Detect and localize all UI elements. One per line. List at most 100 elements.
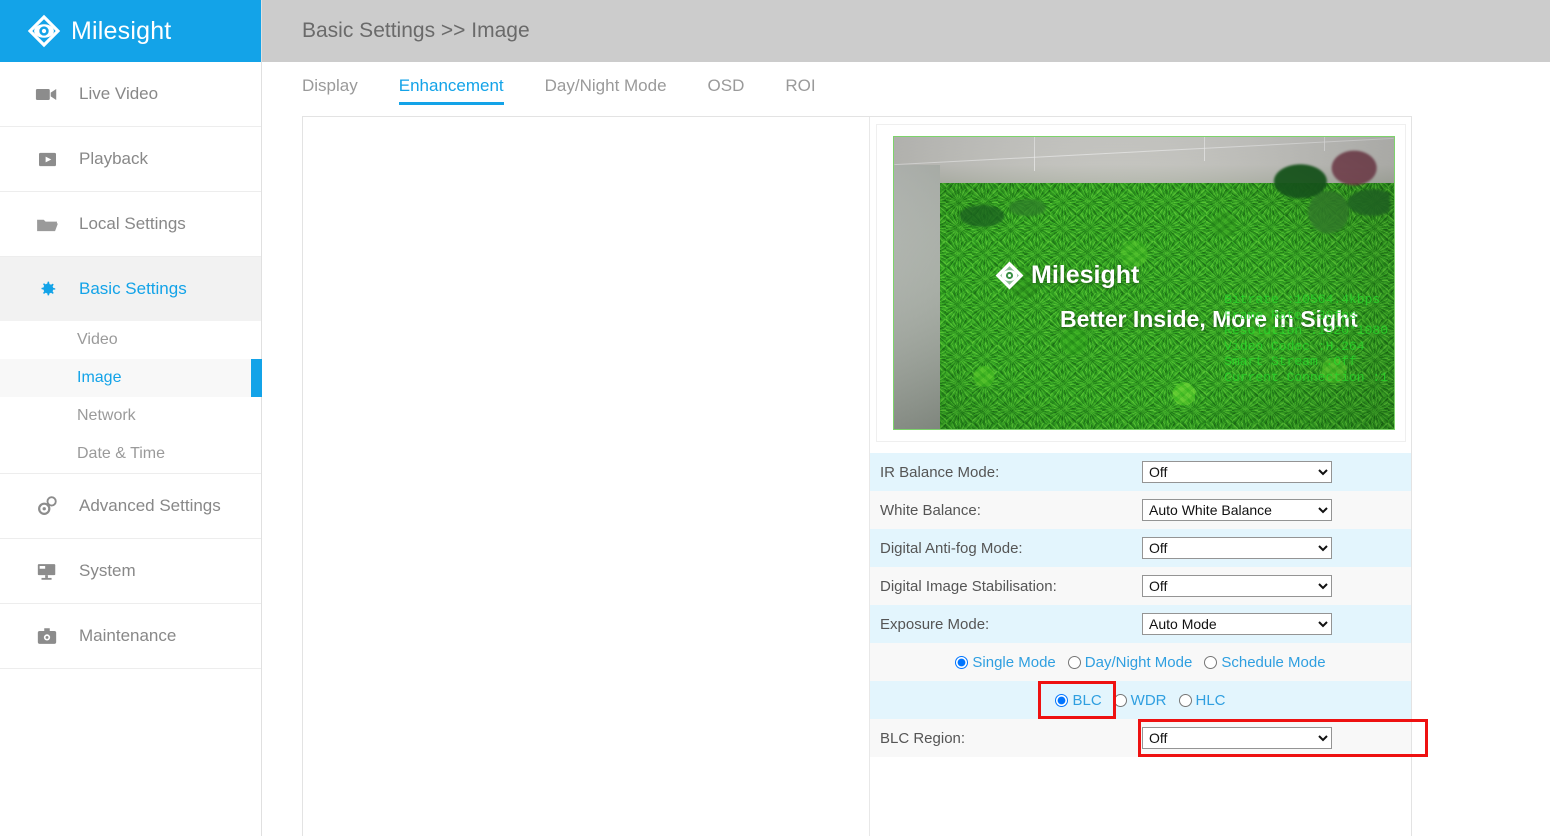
tab-enhancement[interactable]: Enhancement (398, 76, 504, 105)
setting-row-white-balance: White Balance: Auto White Balance (870, 491, 1411, 529)
setting-row-ir-balance-mode: IR Balance Mode: Off (870, 453, 1411, 491)
video-camera-icon (34, 82, 60, 106)
radio-day-night-mode[interactable]: Day/Night Mode (1067, 653, 1193, 671)
folder-icon (34, 212, 60, 236)
sidebar-item-label: Playback (79, 149, 148, 168)
setting-label: Exposure Mode: (880, 615, 990, 633)
tab-roi[interactable]: ROI (785, 76, 815, 102)
nav-group-maintenance: Maintenance (0, 604, 261, 669)
radio-wdr[interactable]: WDR (1113, 691, 1167, 709)
osd-line: Bitrate :10564.4kbps (1224, 292, 1381, 307)
tab-osd[interactable]: OSD (708, 76, 745, 102)
nav-group-playback: Playback (0, 127, 261, 192)
page-header: Basic Settings >> Image (262, 0, 1550, 62)
sidebar-subitem-video[interactable]: Video (0, 321, 261, 359)
monitor-icon (34, 559, 60, 583)
radio-hlc-input[interactable] (1178, 693, 1192, 707)
radio-single-mode-input[interactable] (955, 655, 969, 669)
sidebar-item-label: System (79, 561, 136, 580)
enhancement-settings-table: IR Balance Mode: Off White Balance: Auto… (870, 453, 1428, 757)
tab-label: Day/Night Mode (544, 76, 667, 95)
brand-logo-bar: Milesight (0, 0, 261, 62)
camera-web-ui: Milesight Live Video Playback Local Sett… (0, 0, 1550, 836)
setting-row-digital-anti-fog-mode: Digital Anti-fog Mode: Off (870, 529, 1411, 567)
digital-image-stabilisation-select[interactable]: Off (1142, 575, 1332, 597)
radio-blc[interactable]: BLC (1055, 691, 1102, 709)
osd-line: Frame Rate :30fps (1224, 307, 1357, 323)
osd-line: Smart Stream :Off (1224, 354, 1357, 370)
radio-wdr-input[interactable] (1113, 693, 1127, 707)
nav-group-live-video: Live Video (0, 62, 261, 127)
sidebar-subitem-label: Image (77, 369, 122, 386)
radio-label: WDR (1130, 691, 1167, 709)
brand-name: Milesight (71, 16, 172, 45)
nav-group-system: System (0, 539, 261, 604)
tab-bar: Display Enhancement Day/Night Mode OSD R… (262, 62, 1550, 116)
radio-label: Schedule Mode (1221, 653, 1326, 671)
radio-label: BLC (1072, 691, 1102, 709)
ir-balance-mode-select[interactable]: Off (1142, 461, 1332, 483)
exposure-mode-radio-group: Single Mode Day/Night Mode Schedule Mode (870, 643, 1411, 681)
tab-label: OSD (707, 76, 745, 95)
nav-group-basic-settings: Basic Settings Video Image Network Date … (0, 257, 262, 474)
preview-watermark-text: Milesight (1031, 261, 1140, 289)
radio-schedule-mode-input[interactable] (1204, 655, 1218, 669)
radio-schedule-mode[interactable]: Schedule Mode (1204, 653, 1326, 671)
sidebar-item-live-video[interactable]: Live Video (0, 62, 261, 126)
enhancement-type-radio-group: BLC WDR HLC (870, 681, 1411, 719)
content-panel: Milesight Better Inside, More in Sight B… (302, 116, 1428, 836)
radio-blc-input[interactable] (1055, 693, 1069, 707)
osd-line: Video Codec :H.264 (1224, 338, 1365, 354)
sidebar-subitem-label: Video (77, 331, 118, 348)
milesight-diamond-eye-logo-icon (995, 261, 1024, 290)
breadcrumb: Basic Settings >> Image (302, 19, 530, 42)
sidebar-item-label: Local Settings (79, 214, 186, 233)
play-box-icon (34, 147, 60, 171)
radio-hlc[interactable]: HLC (1178, 691, 1226, 709)
sidebar-subitem-image[interactable]: Image (0, 359, 262, 397)
sidebar-item-maintenance[interactable]: Maintenance (0, 604, 261, 668)
video-preview-container: Milesight Better Inside, More in Sight B… (876, 124, 1406, 442)
sidebar-subnav: Video Image Network Date & Time (0, 321, 262, 473)
gear-icon (34, 277, 60, 301)
sidebar-item-basic-settings[interactable]: Basic Settings (0, 257, 261, 321)
tab-label: ROI (785, 76, 816, 95)
radio-label: Day/Night Mode (1084, 653, 1193, 671)
radio-single-mode[interactable]: Single Mode (955, 653, 1056, 671)
digital-anti-fog-mode-select[interactable]: Off (1142, 537, 1332, 559)
sidebar: Milesight Live Video Playback Local Sett… (0, 0, 262, 836)
setting-label: IR Balance Mode: (880, 463, 1000, 481)
preview-osd-overlay: Bitrate :10564.4kbps Frame Rate :30fps R… (1224, 292, 1388, 386)
setting-row-exposure-mode: Exposure Mode: Auto Mode (870, 605, 1411, 643)
setting-row-digital-image-stabilisation: Digital Image Stabilisation: Off (870, 567, 1411, 605)
tab-display[interactable]: Display (302, 76, 358, 102)
preview-watermark-logo: Milesight (994, 260, 1139, 291)
tab-label: Display (302, 76, 358, 95)
settings-left-pane (303, 117, 870, 836)
radio-day-night-mode-input[interactable] (1067, 655, 1081, 669)
radio-label: HLC (1195, 691, 1226, 709)
nav-group-local-settings: Local Settings (0, 192, 261, 257)
setting-label: Digital Image Stabilisation: (880, 577, 1057, 595)
blc-region-select[interactable]: Off (1142, 727, 1332, 749)
sidebar-subitem-label: Network (77, 407, 136, 424)
sidebar-item-playback[interactable]: Playback (0, 127, 261, 191)
nav-group-advanced-settings: Advanced Settings (0, 474, 261, 539)
tab-label: Enhancement (398, 76, 504, 95)
setting-label: Digital Anti-fog Mode: (880, 539, 1023, 557)
sidebar-item-advanced-settings[interactable]: Advanced Settings (0, 474, 261, 538)
exposure-mode-select[interactable]: Auto Mode (1142, 613, 1332, 635)
double-gear-icon (34, 494, 60, 518)
radio-label: Single Mode (972, 653, 1056, 671)
sidebar-item-label: Maintenance (79, 626, 177, 645)
osd-line: Current Connection :1 (1224, 369, 1388, 385)
live-video-preview[interactable]: Milesight Better Inside, More in Sight B… (893, 136, 1395, 430)
toolbox-icon (34, 624, 60, 648)
sidebar-item-system[interactable]: System (0, 539, 261, 603)
sidebar-subitem-network[interactable]: Network (0, 397, 261, 435)
sidebar-item-local-settings[interactable]: Local Settings (0, 192, 261, 256)
osd-line: Resolution :1920*1080 (1224, 323, 1388, 339)
white-balance-select[interactable]: Auto White Balance (1142, 499, 1332, 521)
tab-day-night-mode[interactable]: Day/Night Mode (545, 76, 667, 102)
sidebar-subitem-date-time[interactable]: Date & Time (0, 435, 261, 473)
